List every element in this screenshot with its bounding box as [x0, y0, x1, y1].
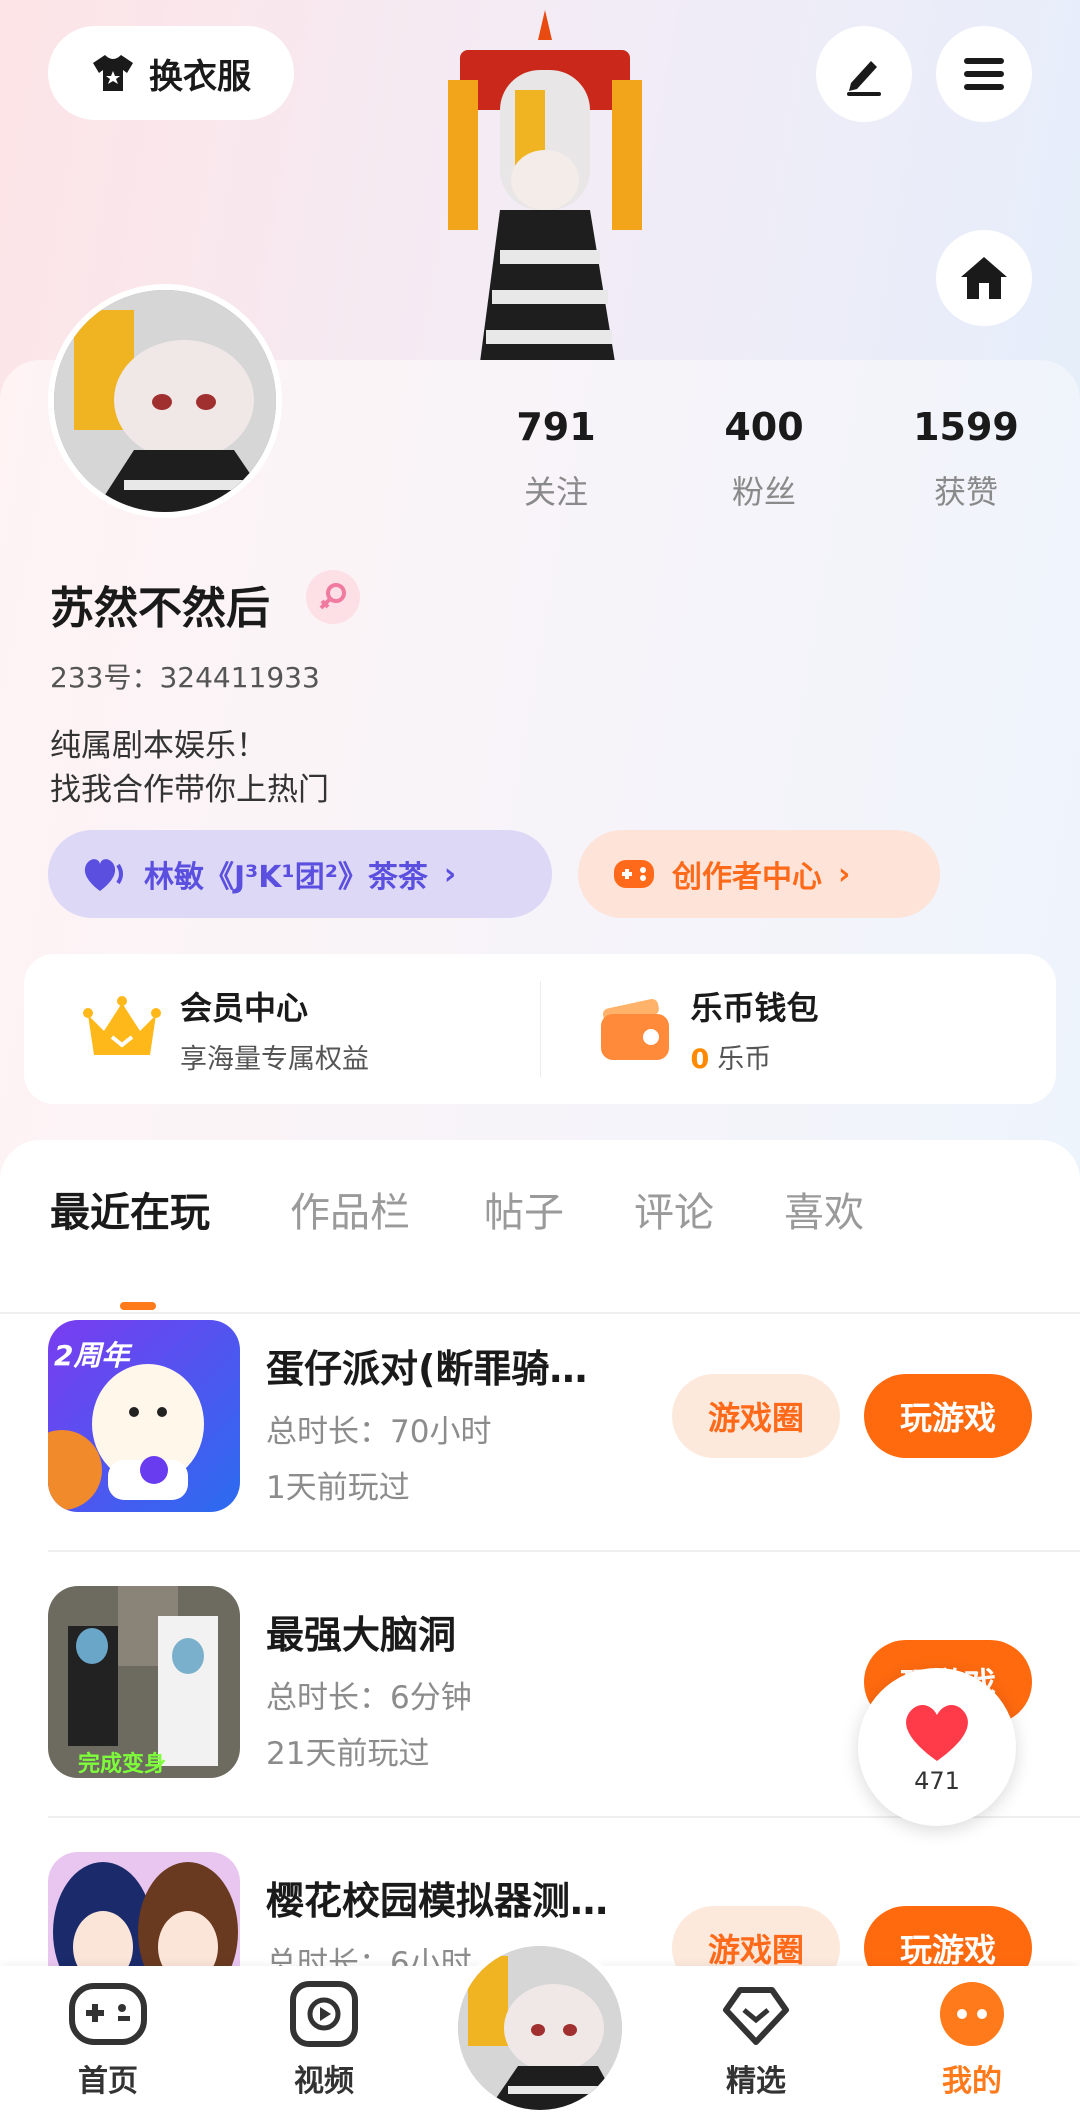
bio-line-2: 找我合作带你上热门 — [50, 772, 329, 808]
avatar-character-figure[interactable] — [440, 10, 650, 362]
heart-diamond-icon — [723, 1987, 789, 2045]
nav-home-label: 首页 — [78, 2064, 138, 2099]
home-space-button[interactable] — [936, 230, 1032, 326]
vip-subtitle: 享海量专属权益 — [180, 1043, 369, 1075]
likes-label: 获赞 — [933, 473, 998, 511]
following-stat[interactable]: 791 关注 — [486, 405, 626, 513]
profile-tabs: 最近在玩 作品栏 帖子 评论 喜欢 — [0, 1180, 1080, 1314]
following-label: 关注 — [523, 473, 588, 511]
game-icon-brain-hole: 完成变身 — [48, 1586, 240, 1778]
nav-me-label: 我的 — [942, 2064, 1002, 2099]
bio-line-1: 纯属剧本娱乐！ — [50, 728, 267, 764]
gamepad-icon — [614, 860, 654, 888]
game-duration: 总时长：70小时 — [266, 1414, 492, 1450]
tshirt-icon — [93, 55, 133, 91]
change-outfit-button[interactable]: 换衣服 — [48, 26, 294, 120]
creator-center-label: 创作者中心 — [672, 860, 822, 895]
game-title: 最强大脑洞 — [266, 1613, 457, 1657]
bio: 纯属剧本娱乐！ 找我合作带你上热门 — [50, 724, 329, 812]
pencil-icon — [847, 61, 881, 96]
creator-center-button[interactable]: 创作者中心 › — [578, 830, 940, 918]
gamepad-icon — [69, 1983, 147, 2045]
chevron-right-icon: › — [443, 856, 457, 892]
profile-face-icon — [940, 1982, 1004, 2046]
chevron-right-icon: › — [838, 856, 851, 892]
tabs-divider — [0, 1312, 1080, 1314]
change-outfit-label: 换衣服 — [149, 56, 251, 97]
heart-icon — [906, 1704, 968, 1761]
nickname: 苏然不然后 — [50, 583, 270, 634]
game-title: 蛋仔派对(断罪骑… — [266, 1347, 588, 1391]
female-gender-icon — [306, 570, 360, 624]
user-id: 233号：324411933 — [50, 661, 320, 694]
tab-posts[interactable]: 帖子 — [484, 1180, 564, 1238]
transform-badge: 完成变身 — [78, 1752, 167, 1777]
row-divider — [48, 1550, 1080, 1552]
nav-video[interactable]: 视频 — [254, 1980, 394, 2100]
followers-stat[interactable]: 400 粉丝 — [694, 405, 834, 513]
active-tab-indicator — [120, 1302, 156, 1310]
vip-title: 会员中心 — [180, 988, 309, 1027]
tab-comments[interactable]: 评论 — [634, 1180, 714, 1238]
tab-recent-play[interactable]: 最近在玩 — [50, 1180, 210, 1238]
game-last-played: 21天前玩过 — [266, 1736, 430, 1772]
wallet-icon — [600, 999, 669, 1060]
wallet-entry[interactable]: 乐币钱包 0 乐币 — [541, 954, 1057, 1104]
hamburger-icon — [964, 58, 1004, 90]
avatar-image — [54, 290, 276, 512]
avatar-image — [458, 1946, 622, 2110]
list-item-game-1[interactable]: 2周年 蛋仔派对(断罪骑… 总时长：70小时 1天前玩过 游戏圈 玩游戏 — [48, 1320, 1080, 1586]
nav-home[interactable]: 首页 — [38, 1980, 178, 2100]
nav-featured[interactable]: 精选 — [686, 1980, 826, 2100]
edit-profile-button[interactable] — [816, 26, 912, 122]
wallet-balance: 0 乐币 — [691, 1037, 819, 1076]
center-avatar-button[interactable] — [452, 1940, 628, 2116]
game-last-played: 1天前玩过 — [266, 1470, 410, 1506]
tab-likes[interactable]: 喜欢 — [784, 1180, 864, 1238]
tab-works[interactable]: 作品栏 — [290, 1180, 410, 1238]
game-duration: 总时长：6分钟 — [266, 1680, 472, 1716]
member-wallet-card: 会员中心 享海量专属权益 乐币钱包 0 乐币 — [24, 954, 1056, 1104]
followers-count: 400 — [724, 405, 804, 449]
game-icon-eggy-party: 2周年 — [48, 1320, 240, 1512]
team-badge-button[interactable]: 林敏《J³K¹团²》茶茶 › — [48, 830, 552, 918]
avatar[interactable] — [48, 284, 282, 518]
wallet-title: 乐币钱包 — [690, 988, 819, 1027]
wallet-unit: 乐币 — [717, 1043, 772, 1075]
team-badge-label: 林敏《J³K¹团²》茶茶 — [144, 860, 428, 895]
nav-featured-label: 精选 — [726, 2064, 786, 2099]
heart-wave-icon — [84, 859, 123, 891]
anniversary-badge: 2周年 — [54, 1339, 130, 1372]
game-circle-button[interactable]: 游戏圈 — [672, 1374, 840, 1458]
nav-me[interactable]: 我的 — [902, 1980, 1042, 2100]
likes-stat[interactable]: 1599 获赞 — [896, 405, 1036, 513]
floating-like-button[interactable]: 471 — [858, 1668, 1016, 1826]
game-title: 樱花校园模拟器测… — [266, 1879, 609, 1923]
menu-button[interactable] — [936, 26, 1032, 122]
video-play-icon — [290, 1981, 358, 2047]
play-game-button[interactable]: 玩游戏 — [864, 1374, 1032, 1458]
house-icon — [961, 257, 1007, 299]
nav-video-label: 视频 — [294, 2064, 354, 2099]
likes-count: 1599 — [913, 405, 1019, 449]
crown-icon — [83, 996, 161, 1055]
like-count: 471 — [914, 1767, 960, 1795]
wallet-amount: 0 — [690, 1043, 710, 1075]
followers-label: 粉丝 — [731, 473, 796, 511]
vip-center-entry[interactable]: 会员中心 享海量专属权益 — [24, 954, 540, 1104]
following-count: 791 — [516, 405, 596, 449]
